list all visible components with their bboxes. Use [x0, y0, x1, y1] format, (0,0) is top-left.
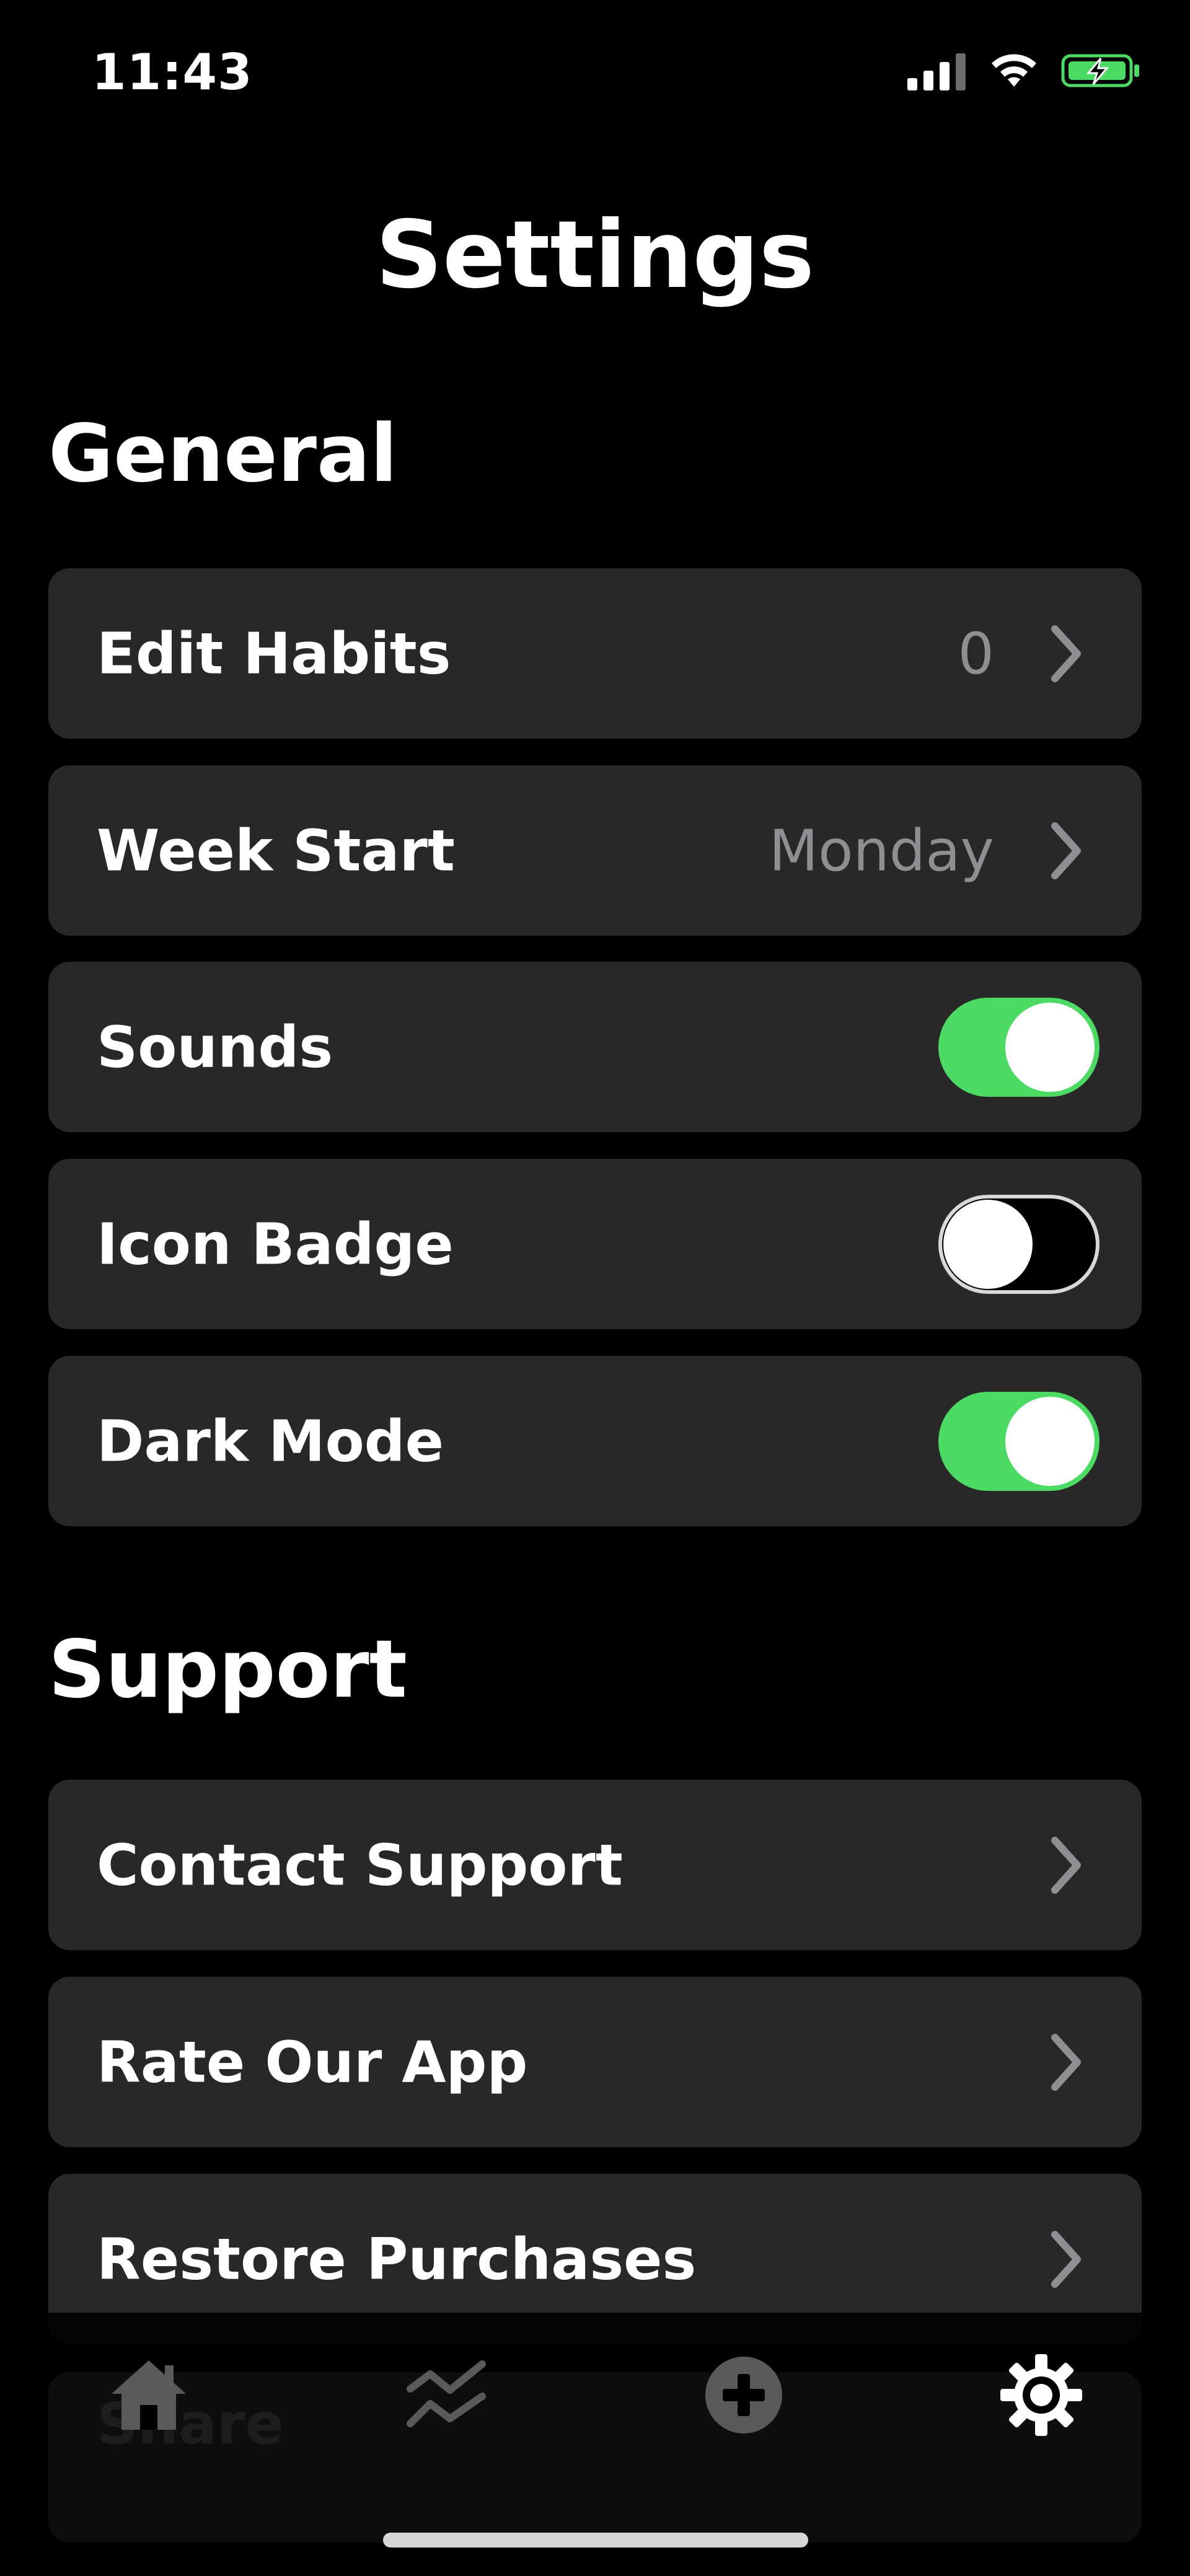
status-bar: 11:43	[0, 0, 1190, 149]
chevron-right-icon	[1051, 625, 1081, 682]
signal-icon	[907, 53, 966, 90]
setting-row-sounds: Sounds	[48, 962, 1142, 1132]
setting-row-edit-habits[interactable]: Edit Habits 0	[48, 568, 1142, 739]
setting-label: Contact Support	[97, 1832, 623, 1898]
setting-label: Week Start	[97, 817, 455, 884]
home-icon	[112, 2360, 186, 2430]
page-title: Settings	[375, 201, 815, 309]
setting-value: Monday	[769, 817, 994, 884]
tab-settings[interactable]	[995, 2349, 1088, 2442]
tab-home[interactable]	[102, 2349, 195, 2442]
tab-stats[interactable]	[400, 2349, 493, 2442]
setting-label: Rate Our App	[97, 2029, 528, 2095]
wifi-icon	[992, 54, 1036, 87]
battery-charging-icon	[1061, 54, 1139, 87]
add-icon	[705, 2357, 782, 2433]
setting-row-dark-mode: Dark Mode	[48, 1356, 1142, 1526]
setting-label: Icon Badge	[97, 1211, 454, 1277]
section-header-support: Support	[48, 1624, 407, 1716]
setting-label: Sounds	[97, 1014, 333, 1080]
status-time: 11:43	[92, 43, 253, 101]
dark-mode-toggle[interactable]	[938, 1391, 1100, 1491]
stats-icon	[407, 2360, 486, 2427]
toggle-knob	[1005, 1396, 1095, 1486]
toggle-knob	[943, 1199, 1033, 1289]
sounds-toggle[interactable]	[938, 997, 1100, 1097]
chevron-right-icon	[1051, 1836, 1081, 1894]
setting-label: Edit Habits	[97, 620, 451, 687]
home-indicator	[383, 2533, 808, 2547]
setting-row-rate-our-app[interactable]: Rate Our App	[48, 1977, 1142, 2147]
setting-row-week-start[interactable]: Week Start Monday	[48, 765, 1142, 936]
setting-row-contact-support[interactable]: Contact Support	[48, 1780, 1142, 1950]
tab-add[interactable]	[697, 2349, 790, 2442]
gear-icon	[1000, 2354, 1082, 2436]
chevron-right-icon	[1051, 2230, 1081, 2288]
setting-label: Restore Purchases	[97, 2226, 697, 2292]
icon-badge-toggle[interactable]	[938, 1194, 1100, 1294]
setting-row-share[interactable]: Share	[48, 2372, 1142, 2543]
setting-row-icon-badge: Icon Badge	[48, 1159, 1142, 1329]
setting-label: Dark Mode	[97, 1408, 444, 1474]
chevron-right-icon	[1051, 2033, 1081, 2091]
toggle-knob	[1005, 1002, 1095, 1092]
chevron-right-icon	[1051, 822, 1081, 879]
setting-value: 0	[958, 620, 994, 687]
status-icons	[907, 51, 1142, 90]
section-header-general: General	[48, 408, 398, 500]
